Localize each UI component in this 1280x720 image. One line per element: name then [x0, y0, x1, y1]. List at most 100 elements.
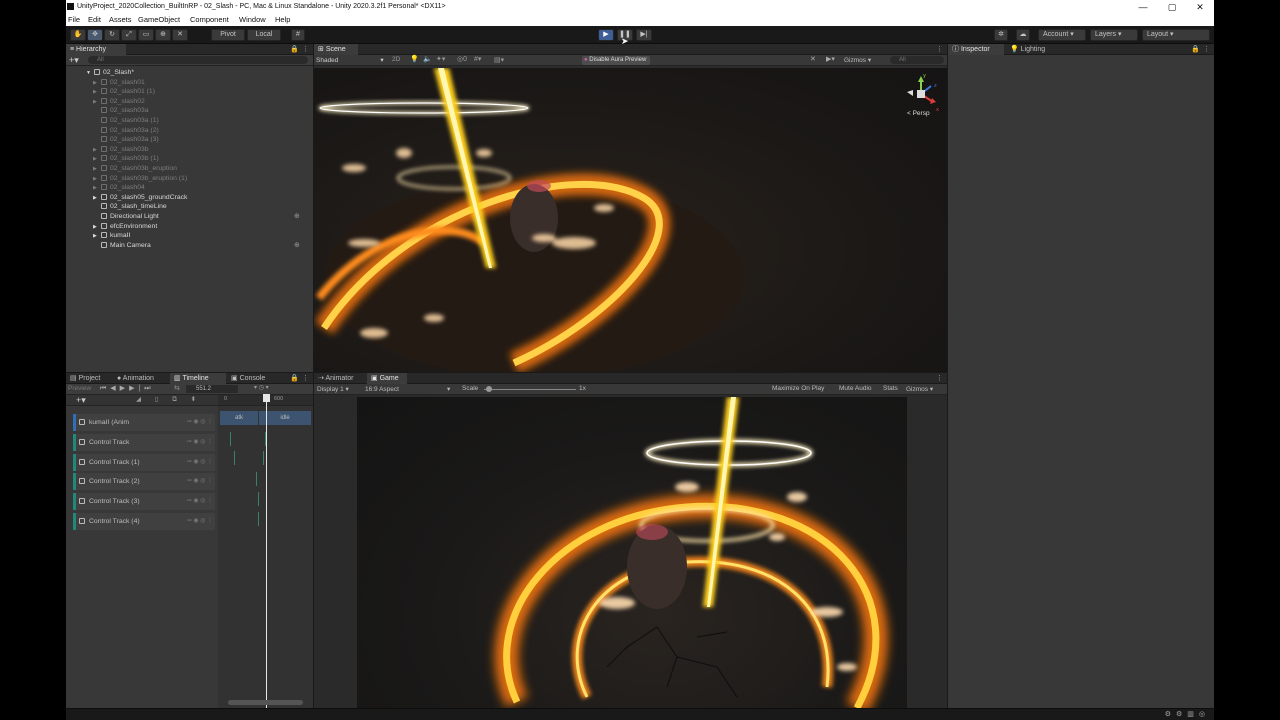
hierarchy-item[interactable]: ▶ 02_slash03b_eruption [93, 164, 177, 174]
track-buttons-icon[interactable]: ⊸ ◉ ◎ ⋮ [187, 458, 214, 466]
rotate-tool-icon[interactable]: ↻ [104, 29, 120, 41]
timeline-options-icon[interactable]: ▾ ◷ ▾ [254, 384, 269, 391]
mute-audio-toggle[interactable]: Mute Audio [839, 385, 872, 392]
hierarchy-item[interactable]: ▶ 02_slash02 [93, 97, 145, 107]
camera-icon[interactable]: ▶▾ [826, 55, 835, 63]
scene-viewport[interactable]: y x z < Persp [314, 68, 947, 372]
prefab-add-icon[interactable]: ⊕ [294, 241, 300, 251]
account-dropdown[interactable]: Account ▾ [1038, 29, 1086, 41]
hierarchy-item[interactable]: Directional Light [93, 212, 159, 222]
lighting-toggle-icon[interactable]: 💡 [410, 55, 419, 63]
track-buttons-icon[interactable]: ⊸ ◉ ◎ ⋮ [187, 438, 214, 446]
playhead-handle[interactable] [263, 394, 270, 402]
track-tool-icons[interactable]: ◢ ▯ ⧉ ⬍ [136, 395, 202, 404]
menu-assets[interactable]: Assets [109, 14, 132, 26]
lock-icon[interactable]: 🔒 [290, 45, 299, 53]
timeline-menu-icon[interactable]: ⋮ [302, 374, 309, 382]
control-clip-4[interactable] [258, 512, 262, 526]
inspector-menu-icon[interactable]: ⋮ [1203, 45, 1210, 53]
step-button[interactable]: ▶| [636, 29, 652, 41]
control-track[interactable]: Control Track ⊸ ◉ ◎ ⋮ [73, 433, 215, 451]
track-buttons-icon[interactable]: ⊸ ◉ ◎ ⋮ [187, 477, 214, 485]
control-track[interactable]: Control Track (1) ⊸ ◉ ◎ ⋮ [73, 453, 215, 471]
animation-track[interactable]: kumaII (Anim ⊸ ◉ ◎ ⋮ [73, 414, 215, 431]
menu-kebab-icon[interactable]: ⋮ [302, 45, 309, 53]
track-buttons-icon[interactable]: ⊸ ◉ ◎ ⋮ [187, 497, 214, 505]
hidden-objects-icon[interactable]: ◎0 [457, 55, 467, 63]
prefab-add-icon[interactable]: ⊕ [294, 212, 300, 222]
hierarchy-search-input[interactable]: All [88, 56, 308, 64]
scale-slider-thumb[interactable] [486, 386, 492, 392]
aura-preview-button[interactable]: ● Disable Aura Preview [582, 56, 651, 65]
grid-snap-icon[interactable]: # [291, 29, 305, 41]
control-clip-3[interactable] [258, 492, 262, 506]
hierarchy-item[interactable]: ▶ 02_slash04 [93, 183, 145, 193]
custom-tool-icon[interactable]: ✕ [172, 29, 188, 41]
tools-icon[interactable]: ✕ [810, 55, 816, 63]
tab-hierarchy[interactable]: ≡ Hierarchy [66, 44, 126, 55]
menu-gameobject[interactable]: GameObject [138, 14, 180, 26]
hierarchy-item[interactable]: ▶ efcEnvironment [93, 222, 157, 232]
track-buttons-icon[interactable]: ⊸ ◉ ◎ ⋮ [187, 418, 214, 426]
maximize-button[interactable]: ▢ [1158, 0, 1186, 14]
tab-scene[interactable]: ⊞ Scene [314, 44, 358, 55]
game-viewport[interactable] [357, 397, 907, 708]
stats-toggle[interactable]: Stats [883, 385, 898, 392]
inspector-lock-icon[interactable]: 🔒 [1191, 45, 1200, 53]
local-toggle[interactable]: Local [247, 29, 281, 41]
tab-project[interactable]: ▤ Project [66, 373, 112, 384]
control-clip-1[interactable] [234, 451, 264, 465]
game-gizmos-dropdown[interactable]: Gizmos ▾ [906, 385, 933, 393]
audio-toggle-icon[interactable]: 🔈 [423, 55, 432, 63]
scene-menu-icon[interactable]: ⋮ [936, 45, 943, 53]
menu-window[interactable]: Window [239, 14, 266, 26]
hierarchy-item[interactable]: 02_slash_timeLine [93, 202, 167, 212]
scale-tool-icon[interactable]: ⤢ [121, 29, 137, 41]
hierarchy-item[interactable]: ▶ 02_slash03b [93, 145, 149, 155]
preview-toggle[interactable]: Preview [68, 385, 91, 392]
timeline-lock-icon[interactable]: 🔒 [290, 374, 299, 382]
layers-dropdown[interactable]: Layers ▾ [1090, 29, 1138, 41]
collab-icon[interactable]: ✲ [994, 29, 1008, 41]
add-icon[interactable]: +▾ [69, 55, 79, 65]
play-button[interactable]: ▶ [598, 29, 614, 41]
tab-timeline[interactable]: ▥ Timeline [170, 373, 226, 384]
hierarchy-item[interactable]: 02_slash03a (1) [93, 116, 159, 126]
grid-toggle-icon[interactable]: #▾ [474, 55, 481, 63]
tab-lighting[interactable]: 💡 Lighting [1006, 44, 1056, 55]
clip-atk[interactable]: atk [220, 411, 258, 425]
hierarchy-item[interactable]: ▶ 02_slash03b (1) [93, 154, 159, 164]
maximize-on-play-toggle[interactable]: Maximize On Play [772, 385, 824, 392]
track-buttons-icon[interactable]: ⊸ ◉ ◎ ⋮ [187, 517, 214, 525]
hand-tool-icon[interactable]: ✋ [70, 29, 86, 41]
control-track[interactable]: Control Track (4) ⊸ ◉ ◎ ⋮ [73, 513, 215, 530]
persp-label[interactable]: < Persp [907, 110, 930, 117]
hierarchy-item[interactable]: Main Camera [93, 241, 151, 251]
tab-animation[interactable]: ● Animation [113, 373, 169, 384]
hierarchy-item[interactable]: 02_slash03a [93, 106, 149, 116]
status-icons[interactable]: ⚙⚙▥◎ [1165, 710, 1210, 718]
close-button[interactable]: ✕ [1186, 0, 1214, 14]
hierarchy-item[interactable]: ▶ kumaII [93, 231, 130, 241]
orientation-gizmo[interactable]: y x z < Persp [899, 72, 943, 117]
playback-controls[interactable]: ⏮◀▶▶|⏭ [100, 384, 155, 393]
hierarchy-item[interactable]: ▶ 02_slash01 [93, 78, 145, 88]
hierarchy-item[interactable]: 02_slash03a (2) [93, 126, 159, 136]
display-dropdown[interactable]: Display 1 ▾ [317, 385, 349, 393]
aspect-dropdown[interactable]: 16:9 Aspect ▾ [365, 385, 450, 393]
control-track[interactable]: Control Track (3) ⊸ ◉ ◎ ⋮ [73, 493, 215, 511]
menu-component[interactable]: Component [190, 14, 229, 26]
shading-mode-dropdown[interactable]: Shaded ▾ [316, 56, 384, 64]
cloud-icon[interactable]: ☁ [1016, 29, 1030, 41]
move-tool-icon[interactable]: ✥ [87, 29, 103, 41]
control-clip-0[interactable] [230, 432, 266, 446]
scene-root-item[interactable]: ▼ 02_Slash* [86, 68, 134, 78]
scene-search-input[interactable]: All [890, 56, 944, 64]
add-track-icon[interactable]: +▾ [76, 395, 86, 405]
loop-icon[interactable]: ⇆ [174, 384, 180, 392]
scale-slider-track[interactable] [484, 389, 576, 390]
control-track[interactable]: Control Track (2) ⊸ ◉ ◎ ⋮ [73, 473, 215, 491]
scene-gizmos-dropdown[interactable]: Gizmos ▾ [844, 56, 871, 64]
minimize-button[interactable]: — [1129, 0, 1157, 14]
layout-dropdown[interactable]: Layout ▾ [1142, 29, 1210, 41]
